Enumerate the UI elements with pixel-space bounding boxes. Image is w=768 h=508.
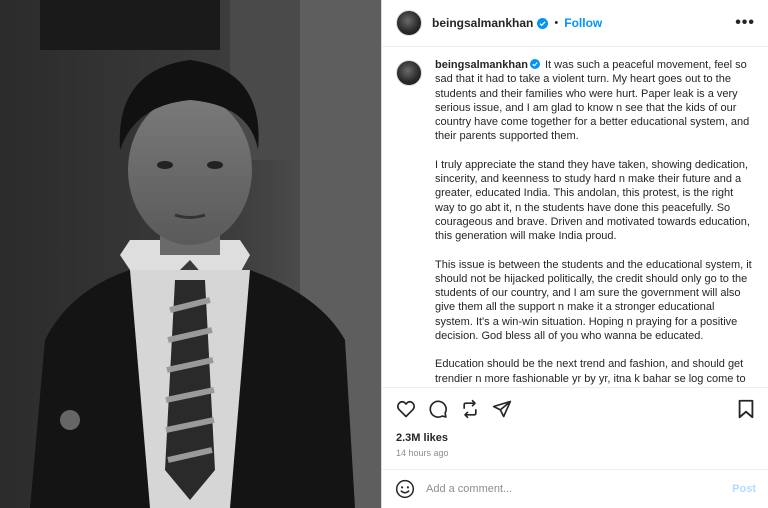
caption-avatar[interactable]	[396, 60, 422, 86]
caption-row: beingsalmankhan It was such a peaceful m…	[396, 58, 755, 386]
caption-paragraph-3: This issue is between the students and t…	[435, 258, 752, 343]
like-button[interactable]	[394, 397, 418, 421]
verified-badge-icon	[537, 17, 549, 29]
repost-button[interactable]	[458, 397, 482, 421]
follow-button[interactable]: Follow	[564, 16, 602, 30]
caption-paragraph-2: I truly appreciate the stand they have t…	[435, 158, 750, 243]
comment-input[interactable]	[426, 483, 711, 495]
caption-paragraph: beingsalmankhan It was such a peaceful m…	[435, 58, 755, 144]
caption-username-link[interactable]: beingsalmankhan	[435, 59, 528, 71]
bookmark-icon	[738, 399, 754, 419]
caption-scroll-area[interactable]: beingsalmankhan It was such a peaceful m…	[382, 48, 768, 386]
comment-icon	[429, 399, 447, 418]
send-icon	[492, 400, 512, 417]
caption-text: beingsalmankhan It was such a peaceful m…	[435, 58, 755, 386]
separator-dot: •	[554, 17, 559, 29]
comment-bar: Post	[382, 469, 768, 508]
caption-paragraph-1: It was such a peaceful movement, feel so…	[435, 59, 750, 143]
post-comment-button[interactable]: Post	[732, 483, 756, 495]
emoji-icon[interactable]	[395, 479, 415, 499]
post-photo[interactable]	[0, 0, 381, 508]
comment-button[interactable]	[426, 397, 450, 421]
more-options-icon[interactable]: •••	[735, 15, 755, 31]
save-button[interactable]	[735, 398, 757, 420]
username-link[interactable]: beingsalmankhan	[432, 16, 533, 30]
action-bar	[382, 387, 768, 429]
caption-paragraph-4: Education should be the next trend and f…	[435, 358, 746, 385]
avatar[interactable]	[396, 10, 422, 36]
verified-badge-icon	[529, 59, 540, 69]
post-header: beingsalmankhan • Follow •••	[382, 0, 768, 47]
heart-icon	[397, 400, 415, 417]
likes-count[interactable]: 2.3M likes	[396, 432, 448, 444]
post-details-panel: beingsalmankhan • Follow ••• beingsalman…	[381, 0, 768, 508]
share-button[interactable]	[490, 397, 514, 421]
repost-icon	[463, 399, 477, 418]
post-photo-image	[0, 0, 381, 508]
post-timestamp[interactable]: 14 hours ago	[396, 448, 449, 458]
